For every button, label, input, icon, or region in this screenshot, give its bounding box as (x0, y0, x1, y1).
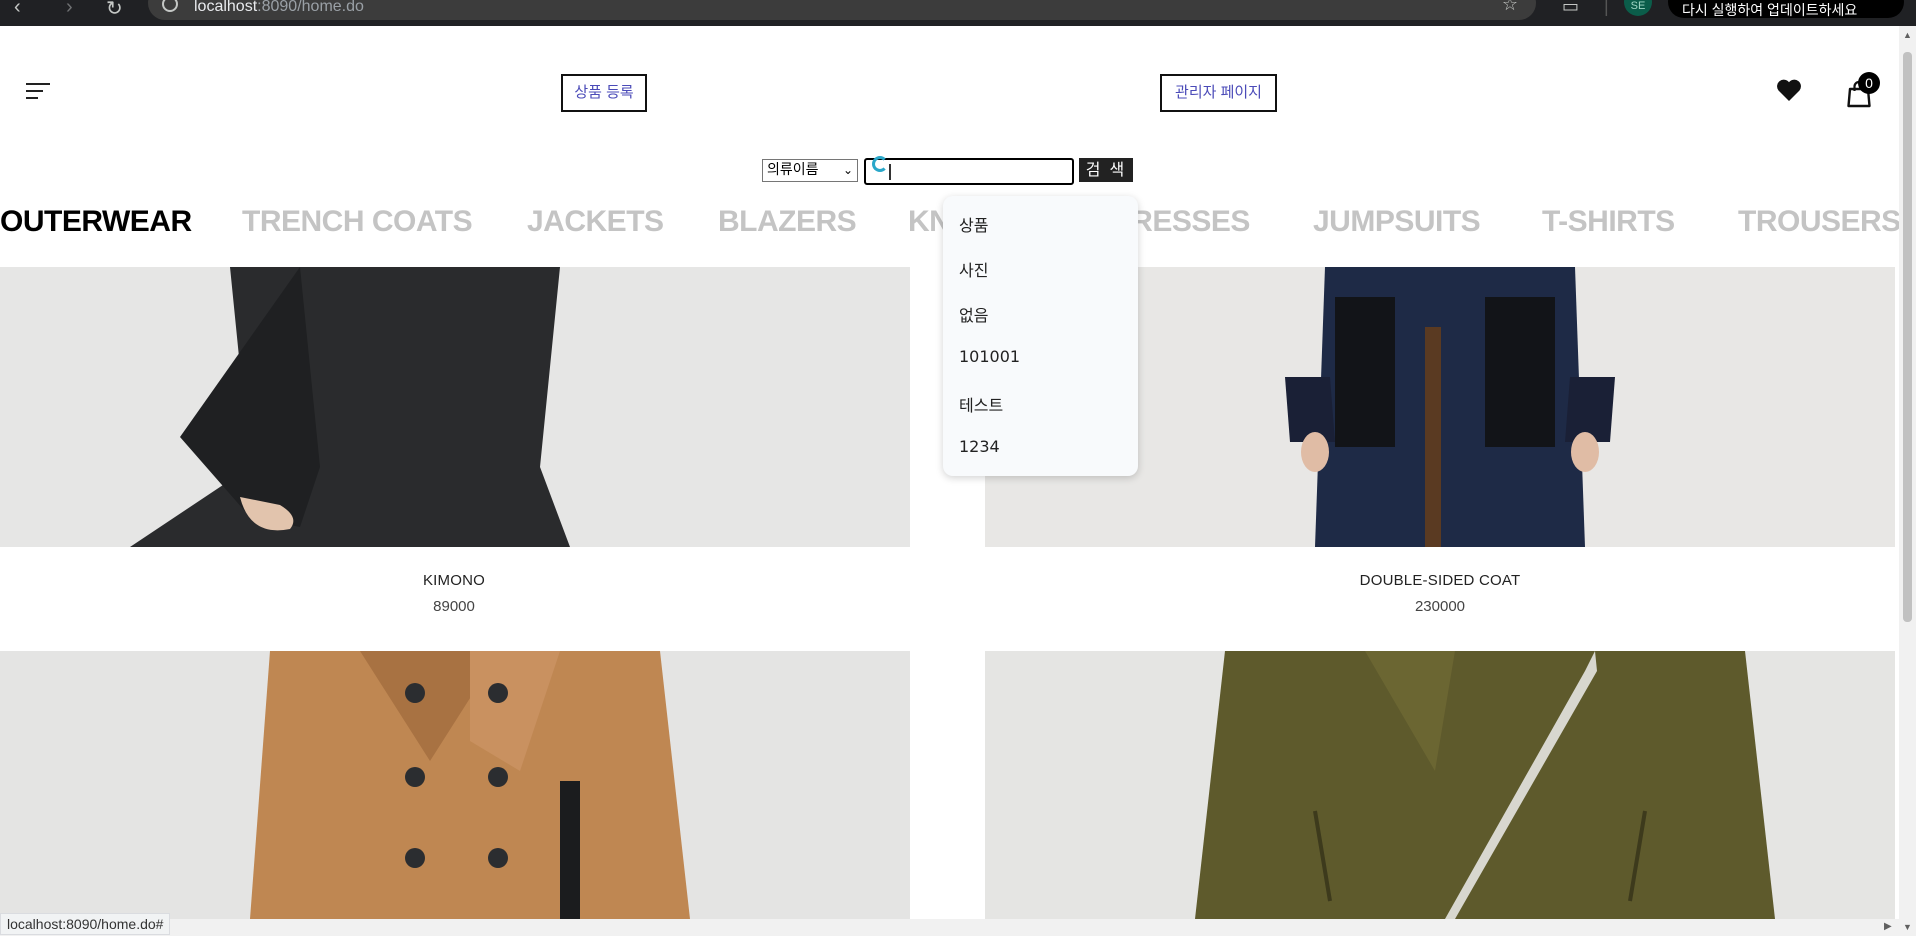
bookmark-star-icon[interactable]: ☆ (1502, 0, 1518, 15)
suggestion-item[interactable]: 테스트 (959, 392, 1003, 416)
category-jackets[interactable]: JACKETS (527, 205, 664, 239)
category-t-shirts[interactable]: T-SHIRTS (1542, 205, 1675, 239)
product-name[interactable]: DOUBLE-SIDED COAT (1290, 572, 1590, 589)
search-suggestions: 상품 사진 없음 101001 테스트 1234 (943, 196, 1138, 476)
category-trench-coats[interactable]: TRENCH COATS (242, 205, 473, 239)
product-price: 89000 (433, 598, 475, 615)
forward-icon[interactable]: › (66, 0, 73, 19)
scroll-down-icon[interactable]: ▼ (1903, 922, 1912, 932)
reload-icon[interactable]: ↻ (106, 0, 123, 21)
scrollbar-thumb[interactable] (1903, 52, 1912, 622)
suggestion-item[interactable]: 없음 (959, 302, 988, 326)
category-trousers[interactable]: TROUSERS (1738, 205, 1901, 239)
search-input[interactable] (864, 158, 1074, 185)
profile-avatar[interactable]: SE (1624, 0, 1652, 16)
product-name[interactable]: KIMONO (304, 572, 604, 589)
chevron-down-icon: ⌄ (842, 163, 853, 177)
extensions-icon[interactable]: ▭ (1562, 0, 1579, 17)
busy-cursor-icon (872, 156, 888, 172)
cart-count-badge: 0 (1858, 72, 1880, 94)
product-image-camel-coat[interactable] (0, 651, 910, 919)
horizontal-scrollbar[interactable]: ◀ ▶ (0, 919, 1899, 936)
scroll-right-icon[interactable]: ▶ (1884, 921, 1892, 932)
suggestion-item[interactable]: 사진 (959, 257, 988, 281)
product-image-olive-jacket[interactable] (985, 651, 1895, 919)
vertical-scrollbar[interactable]: ▲ ▼ (1899, 26, 1916, 936)
product-price: 230000 (1414, 598, 1466, 615)
link-status-bubble: localhost:8090/home.do# (0, 913, 171, 935)
category-outerwear[interactable]: OUTERWEAR (0, 205, 192, 239)
address-bar[interactable]: localhost:8090/home.do ☆ (148, 0, 1536, 20)
wishlist-heart-icon[interactable] (1776, 78, 1802, 102)
back-icon[interactable]: ‹ (14, 0, 21, 19)
search-type-select[interactable]: 의류이름 ⌄ (762, 159, 858, 182)
suggestion-item[interactable]: 1234 (959, 437, 1000, 456)
scroll-up-icon[interactable]: ▲ (1903, 30, 1912, 40)
product-image-kimono[interactable] (0, 267, 910, 547)
suggestion-item[interactable]: 101001 (959, 347, 1020, 366)
address-url[interactable]: localhost:8090/home.do (194, 0, 364, 16)
category-jumpsuits[interactable]: JUMPSUITS (1313, 205, 1481, 239)
product-register-link[interactable]: 상품 등록 (561, 74, 647, 112)
browser-toolbar: ‹ › ↻ localhost:8090/home.do ☆ ▭ | SE 다시… (0, 0, 1916, 26)
admin-page-link[interactable]: 관리자 페이지 (1160, 74, 1277, 112)
camel-coat-photo (0, 651, 910, 919)
text-cursor-icon (889, 164, 891, 180)
suggestion-item[interactable]: 상품 (959, 212, 988, 236)
category-blazers[interactable]: BLAZERS (718, 205, 857, 239)
update-button[interactable]: 다시 실행하여 업데이트하세요 (1668, 0, 1904, 18)
separator-icon: | (1604, 0, 1609, 16)
site-info-icon[interactable] (162, 0, 178, 12)
search-button[interactable]: 검 색 (1079, 158, 1133, 182)
kimono-photo (0, 267, 910, 547)
olive-jacket-photo (985, 651, 1895, 919)
menu-icon[interactable] (26, 80, 50, 102)
